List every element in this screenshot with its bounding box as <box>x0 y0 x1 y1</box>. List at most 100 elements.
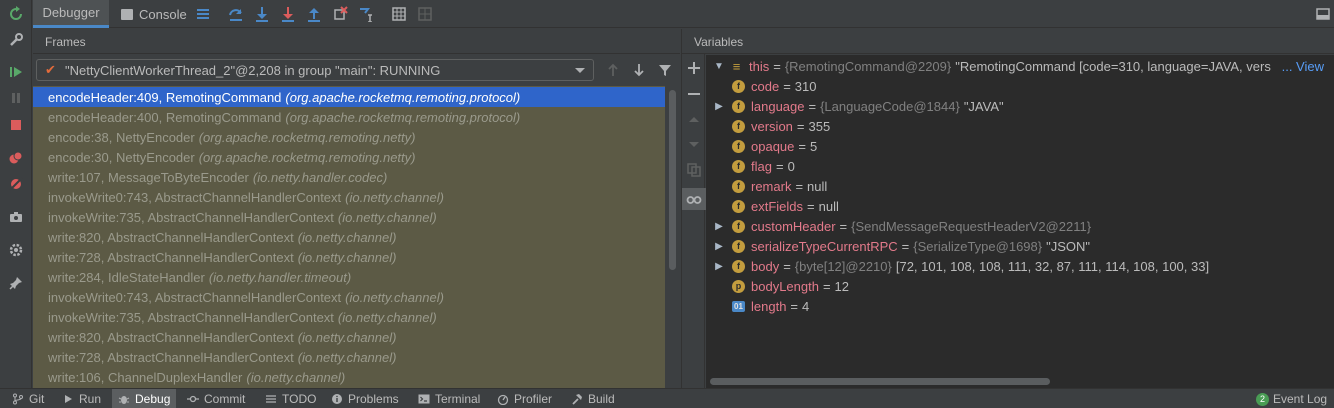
arrow-down-icon[interactable] <box>631 62 647 78</box>
add-watch-icon[interactable] <box>686 60 702 76</box>
variable-name: this <box>749 58 770 74</box>
frame-method: invokeWrite:735, AbstractChannelHandlerC… <box>48 209 334 225</box>
frame-row[interactable]: encode:30, NettyEncoder (org.apache.rocke… <box>33 147 665 167</box>
view-link[interactable]: ... View <box>1282 59 1324 74</box>
evaluate-expression-icon[interactable] <box>391 6 407 22</box>
equals-sign: = <box>798 138 806 154</box>
hammer-icon <box>571 393 583 405</box>
frame-row[interactable]: invokeWrite0:743, AbstractChannelHandler… <box>33 287 665 307</box>
git-branch-icon <box>12 393 24 405</box>
build-tool-button[interactable]: Build <box>571 389 615 408</box>
resume-icon[interactable] <box>8 64 24 80</box>
frame-row[interactable]: encodeHeader:400, RemotingCommand (org.ap… <box>33 107 665 127</box>
variable-row-remark[interactable]: f remark = null <box>732 176 827 196</box>
variable-name: version <box>751 118 793 134</box>
frame-row[interactable]: write:728, AbstractChannelHandlerContext… <box>33 247 665 267</box>
pause-icon[interactable] <box>8 90 24 106</box>
thread-dropdown[interactable]: ✔ "NettyClientWorkerThread_2"@2,208 in g… <box>36 59 594 81</box>
pin-icon[interactable] <box>8 275 24 291</box>
frames-list: encodeHeader:409, RemotingCommand (org.ap… <box>33 86 665 388</box>
view-breakpoints-icon[interactable] <box>8 150 24 166</box>
force-step-into-icon[interactable] <box>280 6 296 22</box>
run-label: Run <box>79 392 102 406</box>
filter-icon[interactable] <box>657 62 673 78</box>
variable-row-customheader[interactable]: ▶ f customHeader = {SendMessageRequestHeader… <box>715 216 1091 236</box>
chevron-right-icon[interactable]: ▶ <box>714 101 724 112</box>
frame-method: write:106, ChannelDuplexHandler <box>48 369 243 385</box>
frame-row[interactable]: invokeWrite0:743, AbstractChannelHandler… <box>33 187 665 207</box>
frame-row[interactable]: invokeWrite:735, AbstractChannelHandlerC… <box>33 307 665 327</box>
variable-row-serializetypecurrentrpc[interactable]: ▶ f serializeTypeCurrentRPC = {SerializeType… <box>715 236 1090 256</box>
arrow-up-icon[interactable] <box>605 62 621 78</box>
variables-horizontal-scrollbar[interactable] <box>706 375 1334 388</box>
chevron-right-icon[interactable]: ▶ <box>714 221 724 232</box>
rerun-icon[interactable] <box>8 6 24 22</box>
move-up-icon <box>686 112 702 128</box>
chevron-right-icon[interactable]: ▶ <box>714 261 724 272</box>
variable-name: customHeader <box>751 218 836 234</box>
frame-package: (io.netty.channel) <box>345 289 444 305</box>
variable-row-this[interactable]: ▼ ≡ this = {RemotingCommand@2209} "Remot… <box>714 56 1334 76</box>
frame-method: encodeHeader:400, RemotingCommand <box>48 109 282 125</box>
equals-sign: = <box>783 258 791 274</box>
variable-row-body[interactable]: ▶ f body = {byte[12]@2210} [72, 101, 108, 108… <box>715 256 1210 276</box>
frame-row[interactable]: encodeHeader:409, RemotingCommand (org.ap… <box>33 87 665 107</box>
git-tool-button[interactable]: Git <box>12 389 44 408</box>
step-into-icon[interactable] <box>254 6 270 22</box>
frame-row[interactable]: write:106, ChannelDuplexHandler (io.netty… <box>33 367 665 387</box>
mute-breakpoints-icon[interactable] <box>8 176 24 192</box>
frame-row[interactable]: write:820, AbstractChannelHandlerContext… <box>33 327 665 347</box>
commit-tool-button[interactable]: Commit <box>187 389 245 408</box>
variable-value: 5 <box>809 138 818 154</box>
variables-panel-header: Variables <box>681 29 1334 54</box>
wrench-icon[interactable] <box>8 32 24 48</box>
frame-row[interactable]: write:728, AbstractChannelHandlerContext… <box>33 347 665 367</box>
profiler-tool-button[interactable]: Profiler <box>497 389 552 408</box>
variable-row-flag[interactable]: f flag = 0 <box>732 156 795 176</box>
debug-tool-button[interactable]: Debug <box>112 389 177 408</box>
run-to-cursor-icon[interactable] <box>358 6 374 22</box>
step-out-icon[interactable] <box>306 6 322 22</box>
equals-sign: = <box>783 78 791 94</box>
profiler-icon <box>497 393 509 405</box>
camera-icon[interactable] <box>8 209 24 225</box>
frame-row[interactable]: invokeWrite:735, AbstractChannelHandlerC… <box>33 207 665 227</box>
frame-row[interactable]: write:820, AbstractChannelHandlerContext… <box>33 227 665 247</box>
variable-name: language <box>751 98 805 114</box>
commit-label: Commit <box>204 392 246 406</box>
tab-console[interactable]: Console <box>121 0 193 28</box>
frame-row[interactable]: write:107, MessageToByteEncoder (io.netty… <box>33 167 665 187</box>
tab-debugger[interactable]: Debugger <box>33 0 109 28</box>
trace-icon <box>417 6 433 22</box>
variable-row-bodylength[interactable]: p bodyLength = 12 <box>732 276 849 296</box>
variable-row-length[interactable]: 01 length = 4 <box>732 296 809 316</box>
frame-method: invokeWrite0:743, AbstractChannelHandler… <box>48 289 342 305</box>
glasses-icon[interactable] <box>682 188 706 210</box>
menu-icon[interactable] <box>195 6 211 22</box>
variable-value: 310 <box>794 78 817 94</box>
layout-icon[interactable] <box>1315 6 1331 22</box>
run-tool-button[interactable]: Run <box>62 389 101 408</box>
chevron-down-icon[interactable]: ▼ <box>714 61 724 72</box>
stop-icon[interactable] <box>8 117 24 133</box>
problems-tool-button[interactable]: Problems <box>331 389 399 408</box>
todo-tool-button[interactable]: TODO <box>265 389 316 408</box>
variable-value: [72, 101, 108, 108, 111, 32, 87, 111, 11… <box>895 258 1210 274</box>
variable-row-language[interactable]: ▶ f language = {LanguageCode@1844} "JAVA" <box>715 96 1003 116</box>
settings-icon[interactable] <box>8 242 24 258</box>
chevron-right-icon[interactable]: ▶ <box>714 241 724 252</box>
step-over-icon[interactable] <box>228 6 244 22</box>
drop-frame-icon[interactable] <box>332 6 348 22</box>
variable-row-version[interactable]: f version = 355 <box>732 116 830 136</box>
variable-row-extfields[interactable]: f extFields = null <box>732 196 839 216</box>
remove-icon[interactable] <box>686 86 702 102</box>
frame-row[interactable]: encode:38, NettyEncoder (org.apache.rocke… <box>33 127 665 147</box>
variable-row-opaque[interactable]: f opaque = 5 <box>732 136 817 156</box>
frames-scrollbar[interactable] <box>665 86 680 388</box>
equals-sign: = <box>822 278 831 294</box>
event-log-button[interactable]: 2 Event Log <box>1256 389 1327 408</box>
frame-row[interactable]: write:284, IdleStateHandler (io.netty.han… <box>33 267 665 287</box>
copy-icon <box>686 162 702 178</box>
variable-row-code[interactable]: f code = 310 <box>732 76 817 96</box>
terminal-tool-button[interactable]: Terminal <box>418 389 480 408</box>
